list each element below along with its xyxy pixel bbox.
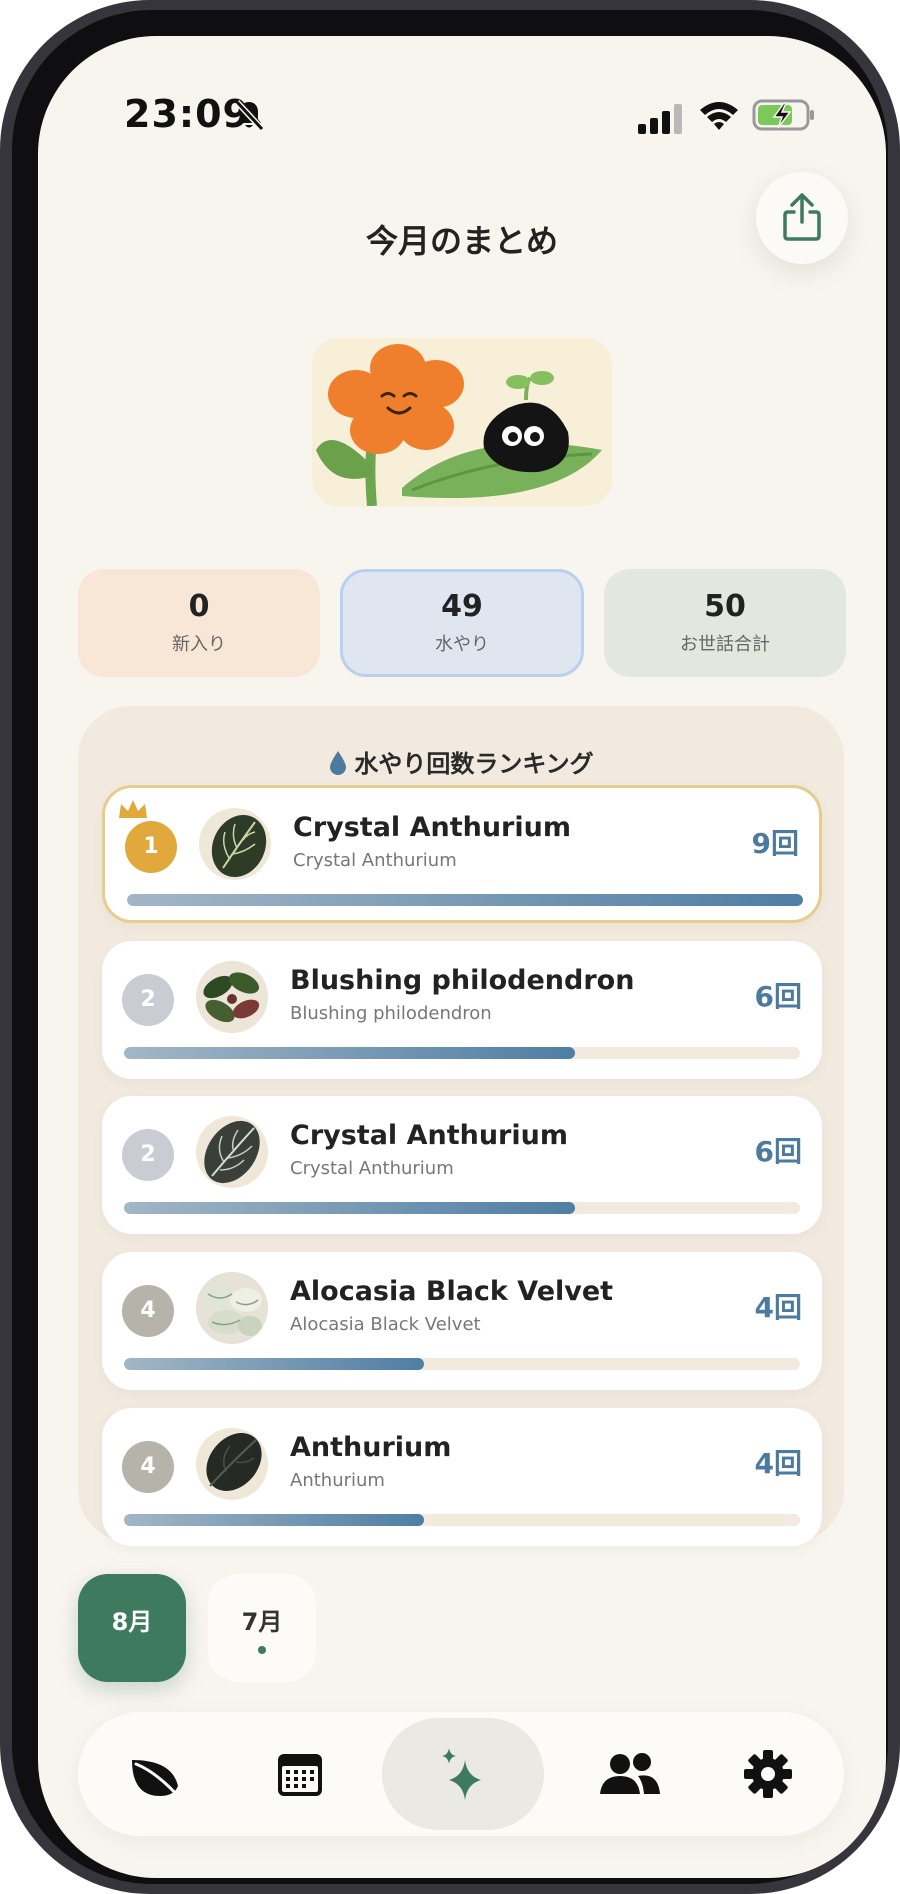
share-icon	[783, 193, 821, 241]
watering-count: 6回	[754, 1135, 802, 1168]
progress-track	[124, 1047, 800, 1059]
ranking-title: 水やり回数ランキング	[78, 744, 844, 779]
plant-name: Alocasia Black Velvet	[290, 1276, 614, 1307]
month-chip-august[interactable]: 8月	[78, 1574, 186, 1682]
progress-fill	[127, 894, 803, 906]
plant-photo	[196, 961, 268, 1033]
month-indicator-dot	[258, 1646, 266, 1654]
signal-icon	[638, 104, 682, 134]
ranking-item-1[interactable]: 1 Crystal Anthurium Crystal Anthurium 9回	[102, 785, 822, 923]
progress-fill	[124, 1202, 575, 1214]
stat-card-new: 0 新入り	[78, 569, 320, 677]
gear-icon	[744, 1750, 792, 1798]
tab-calendar[interactable]	[244, 1718, 356, 1830]
rank-badge: 4	[122, 1285, 174, 1337]
ranking-item-4[interactable]: 4 Alocasia Black Velvet Alocasia Black V…	[102, 1252, 822, 1390]
plant-name: Blushing philodendron	[290, 965, 635, 996]
watering-count: 6回	[754, 980, 802, 1013]
plant-species: Alocasia Black Velvet	[290, 1314, 481, 1335]
people-icon	[600, 1753, 660, 1794]
bell-muted-icon	[234, 99, 265, 132]
tab-people[interactable]	[570, 1718, 682, 1830]
stat-label: お世話合計	[680, 634, 770, 655]
plant-species: Crystal Anthurium	[290, 1158, 454, 1179]
hero-illustration	[312, 338, 612, 506]
phone-bezel: 23:09 今月のまとめ 0 新入り 49 水やり 50 お世話合計 水やり回数…	[12, 10, 888, 1884]
water-drop-icon	[330, 751, 347, 775]
ranking-item-5[interactable]: 4 Anthurium Anthurium 4回	[102, 1408, 822, 1546]
ranking-item-2[interactable]: 2 Blushing philodendron Blushing philode…	[102, 941, 822, 1079]
progress-fill	[124, 1514, 425, 1526]
stat-label: 新入り	[172, 634, 226, 655]
plant-species: Crystal Anthurium	[293, 850, 457, 871]
watering-count: 4回	[754, 1291, 802, 1324]
stat-value: 0	[188, 589, 210, 624]
app-screen: 23:09 今月のまとめ 0 新入り 49 水やり 50 お世話合計 水やり回数…	[38, 36, 886, 1878]
plant-name: Crystal Anthurium	[293, 812, 571, 843]
plant-name: Crystal Anthurium	[290, 1120, 568, 1151]
leaf-icon	[132, 1760, 180, 1798]
rank-badge: 1	[125, 821, 177, 873]
stat-value: 49	[441, 589, 483, 624]
phone-frame: 23:09 今月のまとめ 0 新入り 49 水やり 50 お世話合計 水やり回数…	[0, 0, 900, 1894]
progress-track	[124, 1514, 800, 1526]
bottom-tab-bar	[78, 1712, 844, 1836]
progress-track	[124, 1358, 800, 1370]
calendar-icon	[278, 1754, 322, 1796]
month-chip-july[interactable]: 7月	[208, 1574, 316, 1682]
plant-photo	[199, 808, 271, 880]
plant-photo	[196, 1428, 268, 1500]
plant-name: Anthurium	[290, 1432, 452, 1463]
plant-photo	[196, 1272, 268, 1344]
stat-card-watering: 49 水やり	[340, 569, 584, 677]
battery-charging-icon	[752, 99, 814, 131]
watering-count: 4回	[754, 1447, 802, 1480]
flower-and-sprout-illustration	[316, 344, 602, 506]
wifi-icon	[700, 102, 738, 130]
ranking-title-text: 水やり回数ランキング	[354, 750, 594, 778]
stat-label: 水やり	[435, 634, 489, 655]
rank-badge: 4	[122, 1441, 174, 1493]
progress-track	[127, 894, 803, 906]
stat-card-total-care: 50 お世話合計	[604, 569, 846, 677]
month-chip-label: 7月	[241, 1608, 283, 1636]
sparkle-icon	[442, 1748, 481, 1800]
rank-badge: 2	[122, 1129, 174, 1181]
tab-summary[interactable]	[382, 1718, 544, 1830]
tab-settings[interactable]	[712, 1718, 824, 1830]
progress-fill	[124, 1358, 425, 1370]
plant-species: Anthurium	[290, 1470, 385, 1491]
plant-species: Blushing philodendron	[290, 1003, 492, 1024]
tab-plants[interactable]	[98, 1718, 210, 1830]
watering-count: 9回	[751, 827, 799, 860]
ranking-item-3[interactable]: 2 Crystal Anthurium Crystal Anthurium 6回	[102, 1096, 822, 1234]
progress-fill	[124, 1047, 575, 1059]
share-button[interactable]	[756, 172, 848, 264]
rank-badge: 2	[122, 974, 174, 1026]
progress-track	[124, 1202, 800, 1214]
crown-icon	[119, 800, 147, 818]
plant-photo	[196, 1116, 268, 1188]
stat-value: 50	[704, 589, 746, 624]
